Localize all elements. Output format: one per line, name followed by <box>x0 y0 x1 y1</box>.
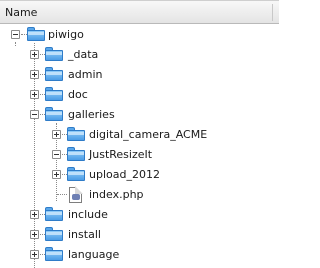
tree-item-include[interactable]: include <box>0 205 279 225</box>
folder-icon <box>45 107 63 121</box>
folder-icon <box>67 127 85 141</box>
collapse-toggle-icon[interactable] <box>11 30 20 39</box>
tree-item-label: galleries <box>68 108 115 121</box>
folder-icon <box>45 47 63 61</box>
expand-toggle-icon[interactable] <box>30 50 39 59</box>
expand-toggle-icon[interactable] <box>30 250 39 259</box>
tree-item-label: doc <box>68 88 88 101</box>
tree-item-label: include <box>68 208 108 221</box>
tree-guide-line <box>57 194 67 195</box>
tree-item-label: index.php <box>89 188 144 201</box>
tree-item-data[interactable]: _data <box>0 45 279 65</box>
tree-item-language[interactable]: language <box>0 245 279 265</box>
folder-icon <box>45 87 63 101</box>
folder-icon <box>67 147 85 161</box>
name-column-header[interactable]: Name <box>5 6 37 19</box>
expand-toggle-icon[interactable] <box>52 170 61 179</box>
tree-item-digital-camera-acme[interactable]: digital_camera_ACME <box>0 125 279 145</box>
tree-item-label: install <box>68 228 101 241</box>
collapse-toggle-icon[interactable] <box>30 110 39 119</box>
tree-item-label: digital_camera_ACME <box>89 128 208 141</box>
tree-item-label: admin <box>68 68 103 81</box>
folder-icon <box>45 207 63 221</box>
column-header[interactable]: Name <box>0 0 279 24</box>
tree-item-doc[interactable]: doc <box>0 85 279 105</box>
folder-icon <box>45 247 63 261</box>
tree-item-piwigo[interactable]: piwigo <box>0 25 279 45</box>
tree-item-index-php[interactable]: index.php <box>0 185 279 205</box>
expand-toggle-icon[interactable] <box>30 230 39 239</box>
folder-icon <box>45 67 63 81</box>
column-separator[interactable] <box>272 4 273 21</box>
expand-toggle-icon[interactable] <box>30 210 39 219</box>
folder-icon <box>45 227 63 241</box>
tree-item-label: JustResizeIt <box>89 148 153 161</box>
tree-item-galleries[interactable]: galleries <box>0 105 279 125</box>
expand-toggle-icon[interactable] <box>52 130 61 139</box>
expand-toggle-icon[interactable] <box>30 90 39 99</box>
tree-item-justresizeit[interactable]: JustResizeIt <box>0 145 279 165</box>
tree-item-label: piwigo <box>48 28 84 41</box>
folder-tree: piwigo _data admin doc galleries digital… <box>0 25 279 268</box>
tree-item-install[interactable]: install <box>0 225 279 245</box>
folder-icon <box>27 27 45 41</box>
tree-item-label: _data <box>68 48 99 61</box>
php-file-icon <box>69 186 83 203</box>
tree-item-admin[interactable]: admin <box>0 65 279 85</box>
collapse-toggle-icon[interactable] <box>52 150 61 159</box>
folder-icon <box>67 167 85 181</box>
expand-toggle-icon[interactable] <box>30 70 39 79</box>
tree-item-upload-2012[interactable]: upload_2012 <box>0 165 279 185</box>
tree-item-label: upload_2012 <box>89 168 160 181</box>
tree-item-label: language <box>68 248 120 261</box>
